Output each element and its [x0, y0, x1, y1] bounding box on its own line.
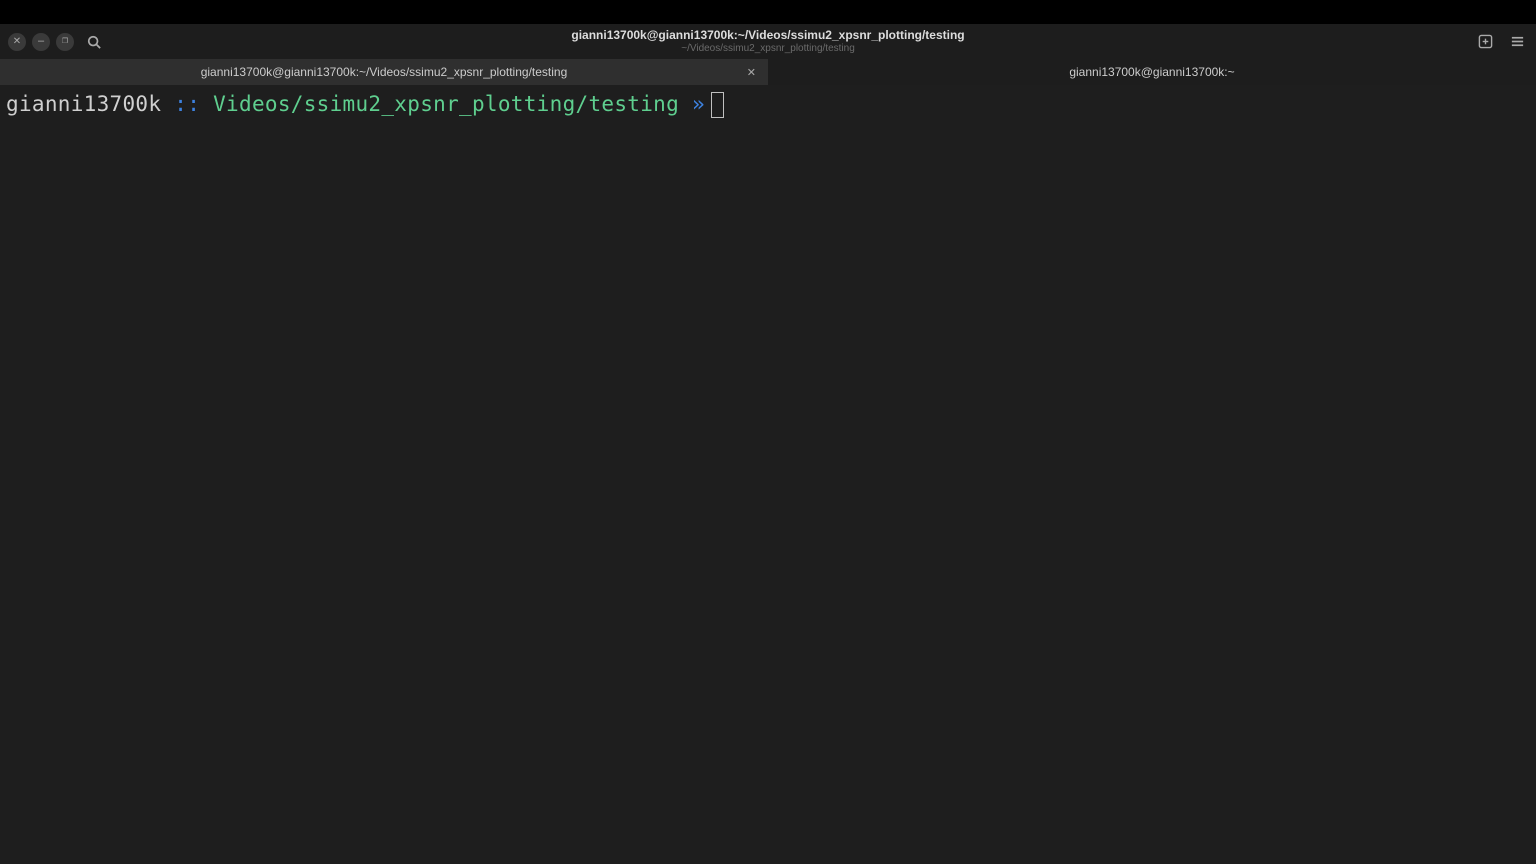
- minimize-icon: –: [38, 36, 44, 47]
- new-tab-icon: [1478, 34, 1493, 49]
- desktop-titlebar: [0, 0, 1536, 24]
- window-close-button[interactable]: ✕: [8, 33, 26, 51]
- prompt-user: gianni13700k: [6, 91, 161, 118]
- new-tab-button[interactable]: [1474, 31, 1496, 53]
- close-icon: ✕: [13, 37, 21, 47]
- header-right-controls: [1474, 31, 1528, 53]
- tab-close-button[interactable]: ✕: [747, 66, 756, 79]
- hamburger-menu-button[interactable]: [1506, 31, 1528, 53]
- hamburger-icon: [1510, 34, 1525, 49]
- prompt-line: gianni13700k :: Videos/ssimu2_xpsnr_plot…: [6, 91, 1530, 118]
- tab-1[interactable]: gianni13700k@gianni13700k:~/Videos/ssimu…: [0, 59, 768, 85]
- tab-2[interactable]: gianni13700k@gianni13700k:~: [768, 59, 1536, 85]
- search-icon: [87, 35, 101, 49]
- window-controls: ✕ – ❐: [8, 33, 74, 51]
- prompt-separator: ::: [161, 91, 213, 118]
- terminal-cursor: [711, 92, 724, 118]
- terminal-viewport[interactable]: gianni13700k :: Videos/ssimu2_xpsnr_plot…: [0, 85, 1536, 864]
- window-maximize-button[interactable]: ❐: [56, 33, 74, 51]
- prompt-path: Videos/ssimu2_xpsnr_plotting/testing: [213, 91, 679, 118]
- tab-label: gianni13700k@gianni13700k:~: [1069, 65, 1234, 79]
- close-icon: ✕: [747, 67, 756, 79]
- tab-label: gianni13700k@gianni13700k:~/Videos/ssimu…: [201, 65, 568, 79]
- prompt-arrow: »: [679, 91, 705, 118]
- search-button[interactable]: [82, 30, 106, 54]
- tab-bar: gianni13700k@gianni13700k:~/Videos/ssimu…: [0, 59, 1536, 85]
- header-title-block: gianni13700k@gianni13700k:~/Videos/ssimu…: [571, 28, 964, 54]
- window-subtitle: ~/Videos/ssimu2_xpsnr_plotting/testing: [571, 43, 964, 55]
- window-minimize-button[interactable]: –: [32, 33, 50, 51]
- window-title: gianni13700k@gianni13700k:~/Videos/ssimu…: [571, 28, 964, 42]
- window-header: ✕ – ❐ gianni13700k@gianni13700k:~/Videos…: [0, 24, 1536, 59]
- maximize-icon: ❐: [62, 38, 68, 45]
